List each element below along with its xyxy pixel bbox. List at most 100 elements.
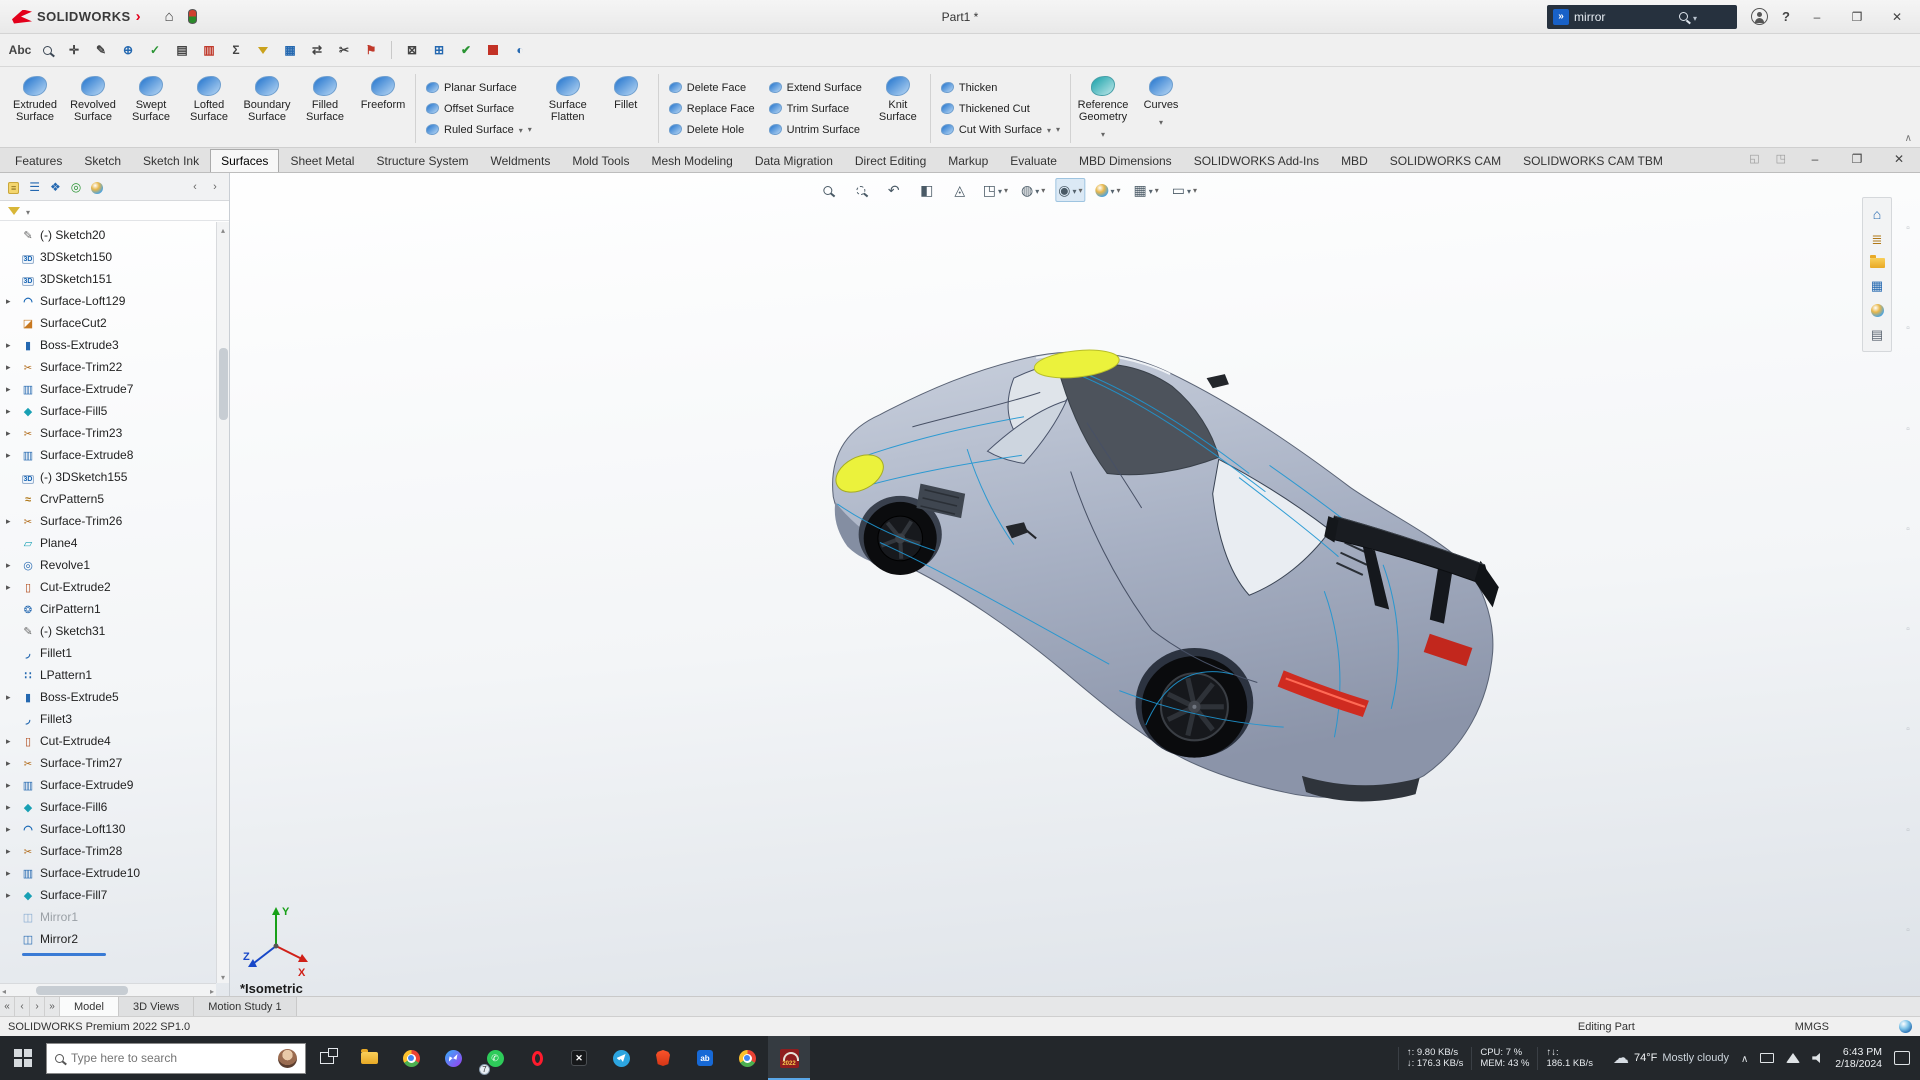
ribbon-button[interactable]: Extruded Surface bbox=[6, 70, 64, 147]
expand-arrow-icon[interactable] bbox=[6, 758, 16, 769]
doc-tab-nav-button[interactable]: › bbox=[30, 997, 45, 1016]
task-pane-edge-icon[interactable]: ▫ bbox=[1906, 724, 1910, 735]
pattern-tool-button[interactable]: ▦ bbox=[278, 38, 302, 62]
tree-item[interactable]: Surface-Trim22 bbox=[4, 356, 229, 378]
tree-item[interactable]: Surface-Extrude10 bbox=[4, 862, 229, 884]
home-button[interactable]: ⌂ bbox=[159, 6, 180, 28]
zoom-area-button[interactable] bbox=[848, 178, 874, 202]
solidworks-resources-button[interactable] bbox=[1873, 206, 1881, 222]
volume-tray-icon[interactable] bbox=[1812, 1053, 1823, 1064]
tree-item[interactable]: Surface-Fill7 bbox=[4, 884, 229, 906]
hidden-icons-button[interactable] bbox=[1741, 1051, 1748, 1065]
pan-crosshair-button[interactable]: ✛ bbox=[62, 38, 86, 62]
tree-item[interactable]: Surface-Trim27 bbox=[4, 752, 229, 774]
tree-item[interactable]: Surface-Extrude8 bbox=[4, 444, 229, 466]
previous-view-button[interactable] bbox=[881, 178, 907, 202]
command-tab[interactable]: Sheet Metal bbox=[279, 149, 365, 172]
command-tab[interactable]: Direct Editing bbox=[844, 149, 937, 172]
tree-item[interactable]: Surface-Trim23 bbox=[4, 422, 229, 444]
view-palette-button[interactable] bbox=[1871, 278, 1883, 294]
expand-arrow-icon[interactable] bbox=[6, 384, 16, 395]
tree-horizontal-scrollbar[interactable] bbox=[0, 983, 216, 996]
verify-button[interactable]: ✔ bbox=[454, 38, 478, 62]
scroll-up-icon[interactable] bbox=[221, 222, 225, 236]
tree-item[interactable]: CirPattern1 bbox=[4, 598, 229, 620]
expand-arrow-icon[interactable] bbox=[6, 692, 16, 703]
tree-item[interactable]: LPattern1 bbox=[4, 664, 229, 686]
expand-arrow-icon[interactable] bbox=[6, 428, 16, 439]
ribbon-button[interactable]: Boundary Surface bbox=[238, 70, 296, 147]
ribbon-button[interactable]: Cut With Surface bbox=[941, 121, 1060, 139]
propertymanager-tab[interactable] bbox=[29, 180, 40, 194]
opera-button[interactable] bbox=[516, 1036, 558, 1080]
tree-item[interactable]: Surface-Trim26 bbox=[4, 510, 229, 532]
doc-restore-icon[interactable] bbox=[1749, 152, 1759, 166]
collapse-ribbon-button[interactable] bbox=[1905, 133, 1912, 144]
design-library-button[interactable] bbox=[1872, 232, 1883, 248]
surface-flatten-button[interactable]: Surface Flatten bbox=[539, 70, 597, 147]
configurationmanager-tab[interactable] bbox=[50, 180, 61, 194]
tree-item[interactable]: (-) Sketch20 bbox=[4, 224, 229, 246]
knit-surface-button[interactable]: Knit Surface bbox=[869, 70, 927, 147]
doc-restore-button[interactable] bbox=[1844, 152, 1870, 166]
toolbar-separator[interactable] bbox=[391, 41, 392, 59]
ribbon-button[interactable]: Freeform bbox=[354, 70, 412, 147]
ribbon-button[interactable]: Untrim Surface bbox=[769, 121, 862, 139]
tree-item[interactable]: CrvPattern5 bbox=[4, 488, 229, 510]
expand-arrow-icon[interactable] bbox=[6, 560, 16, 571]
expand-arrow-icon[interactable] bbox=[6, 846, 16, 857]
brave-button[interactable] bbox=[642, 1036, 684, 1080]
equations-button[interactable]: Σ bbox=[224, 38, 248, 62]
displaymanager-tab[interactable] bbox=[91, 182, 103, 194]
ribbon-button[interactable]: Ruled Surface bbox=[426, 121, 532, 139]
task-view-button[interactable] bbox=[306, 1036, 348, 1080]
chrome-button[interactable] bbox=[390, 1036, 432, 1080]
clock[interactable]: 6:43 PM 2/18/2024 bbox=[1835, 1046, 1882, 1071]
zoom-magnifier-button[interactable] bbox=[35, 38, 59, 62]
file-explorer-pane-button[interactable] bbox=[1870, 258, 1885, 268]
web-globe-button[interactable]: ⊕ bbox=[116, 38, 140, 62]
ribbon-button[interactable]: Extend Surface bbox=[769, 79, 862, 97]
custom-properties-button[interactable] bbox=[1871, 327, 1883, 343]
command-tab[interactable]: Sketch bbox=[73, 149, 132, 172]
search-caret-icon[interactable] bbox=[1693, 10, 1697, 24]
display-tray-icon[interactable] bbox=[1760, 1053, 1774, 1063]
document-tab[interactable]: Motion Study 1 bbox=[194, 997, 296, 1016]
command-tab[interactable]: Data Migration bbox=[744, 149, 844, 172]
maximize-button[interactable] bbox=[1844, 10, 1870, 24]
task-pane-edge-icon[interactable]: ▫ bbox=[1906, 825, 1910, 836]
x-app-button[interactable] bbox=[558, 1036, 600, 1080]
command-tab[interactable]: MBD Dimensions bbox=[1068, 149, 1183, 172]
tree-item[interactable]: Surface-Loft129 bbox=[4, 290, 229, 312]
expand-arrow-icon[interactable] bbox=[6, 516, 16, 527]
scrollbar-thumb[interactable] bbox=[36, 986, 128, 995]
apply-scene-button[interactable] bbox=[1131, 178, 1162, 202]
tree-item[interactable]: Cut-Extrude2 bbox=[4, 576, 229, 598]
command-tab[interactable]: Mesh Modeling bbox=[640, 149, 743, 172]
minimize-button[interactable] bbox=[1804, 10, 1830, 24]
tree-item[interactable]: Cut-Extrude4 bbox=[4, 730, 229, 752]
command-tab[interactable]: MBD bbox=[1330, 149, 1379, 172]
ribbon-button[interactable]: Swept Surface bbox=[122, 70, 180, 147]
scrollbar-thumb[interactable] bbox=[219, 348, 228, 420]
command-tab[interactable]: Evaluate bbox=[999, 149, 1068, 172]
telegram-button[interactable] bbox=[600, 1036, 642, 1080]
start-button[interactable] bbox=[0, 1036, 46, 1080]
command-tab[interactable]: Surfaces bbox=[210, 149, 279, 172]
scroll-right-icon[interactable] bbox=[208, 983, 216, 997]
expand-arrow-icon[interactable] bbox=[6, 780, 16, 791]
solidworks-search[interactable] bbox=[1547, 5, 1737, 29]
taskbar-search-input[interactable] bbox=[71, 1051, 271, 1065]
doc-tab-nav-button[interactable]: « bbox=[0, 997, 15, 1016]
rollback-bar[interactable] bbox=[22, 953, 106, 956]
expand-arrow-icon[interactable] bbox=[6, 406, 16, 417]
task-pane-edge-icon[interactable]: ▫ bbox=[1906, 323, 1910, 334]
doc-close-button[interactable] bbox=[1886, 152, 1912, 166]
ribbon-button[interactable]: Delete Hole bbox=[669, 121, 755, 139]
tree-item[interactable]: Plane4 bbox=[4, 532, 229, 554]
tree-filter[interactable] bbox=[0, 201, 229, 221]
ribbon-button[interactable]: Thicken bbox=[941, 79, 1060, 97]
command-tab[interactable]: Features bbox=[4, 149, 73, 172]
command-tab[interactable]: Mold Tools bbox=[561, 149, 640, 172]
weather-widget[interactable]: 74°F Mostly cloudy bbox=[1613, 1048, 1729, 1068]
